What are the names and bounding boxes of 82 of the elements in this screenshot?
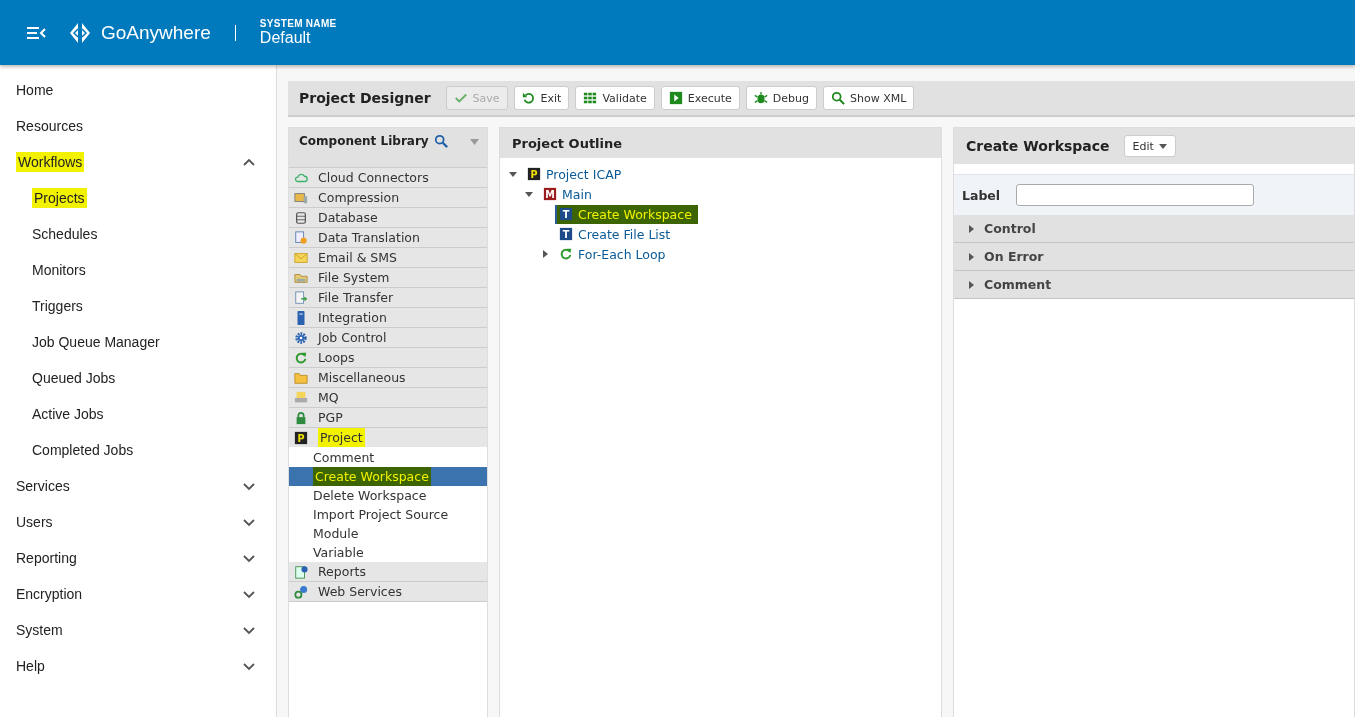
letter-badge-icon: M [543, 187, 557, 201]
toolbar-button[interactable]: Debug [745, 86, 817, 110]
document-gear-icon [294, 230, 308, 245]
panel-title: Create Workspace [966, 138, 1110, 154]
expander-icon[interactable] [966, 251, 976, 262]
letter-badge-icon: P [294, 430, 308, 445]
sidebar-item[interactable]: Active Jobs [32, 406, 104, 422]
brand-name: GoAnywhere [101, 21, 211, 44]
envelope-icon [294, 250, 308, 265]
library-item[interactable]: Import Project Source [313, 507, 449, 522]
sidebar-item[interactable]: System [16, 622, 63, 638]
toolbar-button[interactable]: Exit [513, 86, 570, 110]
toolbar-button[interactable]: Validate [575, 86, 655, 110]
tree-node[interactable]: T Create File List [555, 224, 677, 244]
letter-badge-icon: T [559, 227, 573, 241]
play-icon [668, 91, 683, 105]
sidebar-item[interactable]: Triggers [32, 298, 83, 314]
archive-icon [294, 190, 308, 205]
tree-node[interactable]: For-Each Loop [555, 244, 672, 264]
circular-arrow-icon [294, 350, 308, 365]
bug-icon [753, 91, 768, 105]
panel-title: Component Library [299, 134, 429, 148]
library-item[interactable]: Variable [313, 545, 364, 560]
sidebar-item[interactable]: Encryption [16, 586, 83, 602]
menu-icon[interactable] [26, 24, 46, 41]
library-item[interactable]: Module [313, 526, 359, 541]
undo-icon [521, 91, 536, 105]
lock-icon [294, 410, 308, 425]
tree-node[interactable]: M Main [539, 184, 598, 204]
library-item[interactable]: Comment [313, 450, 375, 465]
library-category[interactable]: MQ [318, 390, 339, 405]
section-header[interactable]: Control [984, 221, 1036, 236]
expander-icon[interactable] [524, 189, 534, 199]
sidebar-item[interactable]: Completed Jobs [32, 442, 134, 458]
sidebar-item[interactable]: Queued Jobs [32, 370, 116, 386]
gear-icon [294, 330, 308, 345]
page-title: Project Designer [299, 90, 431, 106]
sidebar-item[interactable]: Monitors [32, 262, 86, 278]
sidebar-item[interactable]: Schedules [32, 226, 98, 242]
tree-node[interactable]: T Create Workspace [555, 204, 698, 224]
caret-icon [1158, 143, 1167, 149]
sidebar-item[interactable]: Home [16, 82, 54, 98]
toolbar-button[interactable]: Show XML [822, 86, 915, 110]
library-category[interactable]: PGP [318, 410, 343, 425]
library-category[interactable]: Reports [318, 564, 366, 579]
grid-icon [583, 91, 598, 105]
expander-icon[interactable] [540, 249, 550, 259]
expander-icon[interactable] [966, 279, 976, 290]
letter-badge-icon: P [527, 167, 541, 181]
system-name-label: SYSTEM NAME [259, 18, 337, 29]
label-input[interactable] [1016, 184, 1255, 206]
panel-title: Project Outline [512, 135, 623, 151]
field-label: Label [962, 187, 1001, 203]
letter-badge-icon: T [559, 207, 573, 221]
sidebar-item[interactable]: Projects [32, 188, 87, 208]
library-item[interactable]: Create Workspace [313, 467, 431, 486]
check-icon [453, 91, 468, 105]
search-icon [830, 91, 845, 105]
search-icon[interactable] [433, 134, 448, 148]
system-name: Default [259, 29, 312, 47]
sidebar-item[interactable]: Reporting [16, 550, 77, 566]
circular-arrow-icon [559, 247, 573, 261]
library-category[interactable]: Project [318, 428, 365, 447]
sidebar-item[interactable]: Resources [16, 118, 83, 134]
sidebar-item[interactable]: Job Queue Manager [32, 334, 160, 350]
section-header[interactable]: Comment [984, 277, 1052, 292]
sidebar-item[interactable]: Workflows [16, 152, 85, 172]
tree-node[interactable]: P Project ICAP [523, 164, 628, 184]
folder-icon [294, 370, 308, 385]
edit-button[interactable]: Edit [1123, 135, 1176, 157]
sidebar-item[interactable]: Help [16, 658, 45, 674]
message-tray-icon [294, 390, 308, 405]
expander-icon[interactable] [508, 169, 518, 179]
expander-icon[interactable] [966, 223, 976, 234]
database-icon [294, 210, 308, 225]
library-category[interactable]: Loops [318, 350, 355, 365]
toolbar-button[interactable]: Execute [660, 86, 740, 110]
library-item[interactable]: Delete Workspace [313, 488, 427, 503]
sidebar-item[interactable]: Users [16, 514, 53, 530]
section-header[interactable]: On Error [984, 249, 1044, 264]
report-icon [294, 564, 308, 579]
sidebar-item[interactable]: Services [16, 478, 70, 494]
